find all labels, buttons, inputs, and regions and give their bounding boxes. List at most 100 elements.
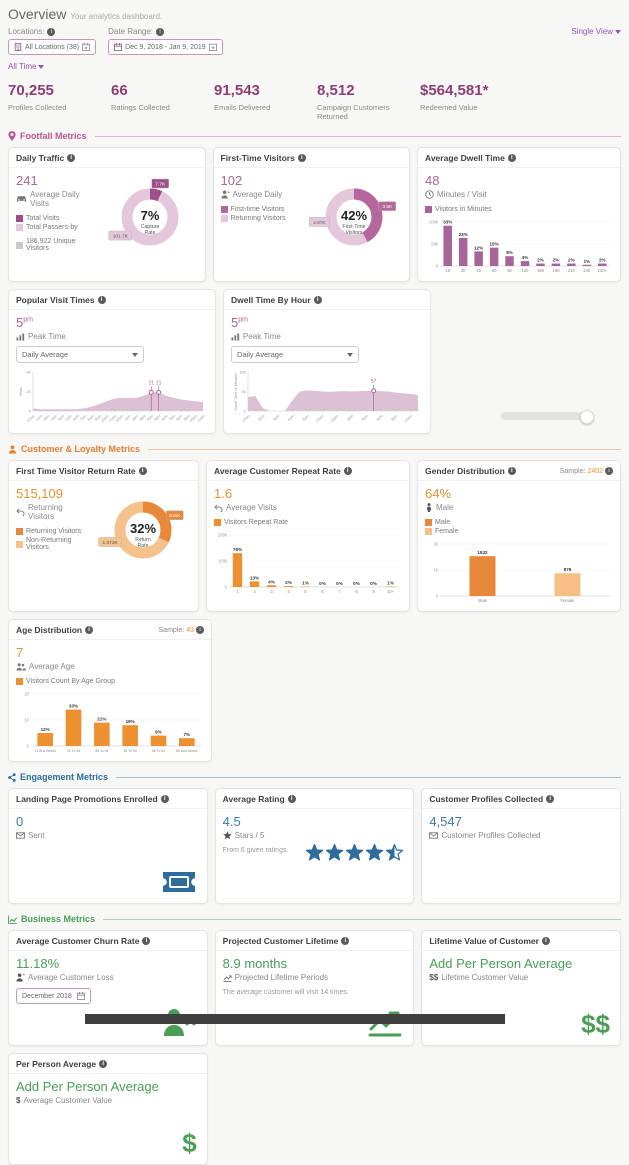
info-icon[interactable] [196,626,204,634]
info-icon[interactable] [508,154,516,162]
add-per-person-average-link[interactable]: Add Per Person Average [429,956,613,971]
svg-text:3am: 3am [50,414,58,422]
legend-visitors-repeat-rate: Visitors Repeat Rate [214,519,402,526]
svg-text:7: 7 [338,589,341,594]
card-daily-traffic: Daily Traffic 241 Average Daily Visits T… [8,147,206,282]
info-icon[interactable] [298,154,306,162]
svg-text:6pm: 6pm [161,414,169,422]
svg-text:2am: 2am [42,414,50,422]
svg-text:10am: 10am [315,414,325,423]
info-icon[interactable] [161,795,169,803]
footfall-row-2-spacer [438,289,621,434]
legend-visitors-minutes: Visitors in Minutes [425,206,613,213]
daterange-picker[interactable]: Dec 9, 2018 - Jan 9, 2019 [108,39,223,55]
stat-emails-delivered: 91,543Emails Delivered [214,82,317,121]
person-icon [16,973,25,982]
svg-text:2%: 2% [537,258,544,263]
dollar-icon: $ [182,1130,196,1156]
business-row-1: Average Customer Churn Rate 11.18% Avera… [8,930,621,1046]
gender-bar-chart: 2k1k01532Male876Female [425,535,613,605]
svg-text:50k: 50k [431,242,439,247]
svg-text:0: 0 [436,594,439,599]
svg-text:45 To 54: 45 To 54 [123,749,136,753]
churn-value: 11.18% [16,956,200,971]
info-icon[interactable] [344,467,352,475]
svg-text:19%: 19% [126,719,135,724]
svg-text:21%: 21% [97,717,106,722]
svg-text:5am: 5am [65,414,73,422]
svg-text:3: 3 [270,589,273,594]
svg-text:20: 20 [27,389,32,394]
caret-down-icon [615,30,621,34]
dollar-icon: $$ [581,1011,610,1037]
single-view-link[interactable]: Single View [571,27,621,36]
info-icon[interactable] [99,1060,107,1068]
person-icon [8,445,17,454]
info-icon[interactable] [142,937,150,945]
info-icon[interactable] [156,28,164,36]
envelope-icon [16,832,25,839]
gender-sample: Sample:2402 [560,467,613,475]
legend-male: Male [425,519,613,526]
svg-text:90: 90 [507,268,512,273]
locations-picker[interactable]: All Locations (38) [8,39,96,55]
average-age-value: 7 [16,645,204,660]
dollar-icon: $ [16,1096,20,1105]
add-per-person-average-link[interactable]: Add Per Person Average [16,1079,200,1094]
dwell-interval-select[interactable]: Daily Average [231,346,359,363]
info-icon[interactable] [542,937,550,945]
svg-text:35 To 44: 35 To 44 [95,749,108,753]
svg-text:100k: 100k [218,559,228,564]
svg-text:4%: 4% [522,255,529,260]
legend-non-returning-visitors: Non-Returning Visitors [16,537,83,551]
svg-text:4pm: 4pm [146,414,154,422]
svg-text:21: 21 [156,380,162,386]
info-icon[interactable] [85,626,93,634]
profiles-value: 4,547 [429,814,613,829]
repeat-rate-bar-chart: 200k100k078%113%24%32%41%50%60%70%80%91%… [214,526,402,596]
stat-redeemed-value: $564,581*Redeemed Value [420,82,523,121]
info-icon[interactable] [47,28,55,36]
bar-chart-icon [231,333,240,341]
footfall-row-1: Daily Traffic 241 Average Daily Visits T… [8,147,621,282]
svg-text:210: 210 [568,268,576,273]
svg-text:8: 8 [355,589,358,594]
stat-campaign-returned: 8,512Campaign Customers Returned [317,82,420,121]
card-churn-rate: Average Customer Churn Rate 11.18% Avera… [8,930,208,1046]
svg-text:1pm: 1pm [124,414,132,422]
people-icon [16,663,26,671]
svg-text:Visitors: Visitors [346,230,363,236]
info-icon[interactable] [288,795,296,803]
card-lifetime-value: Lifetime Value of Customer Add Per Perso… [421,930,621,1046]
svg-text:11pm: 11pm [196,414,205,423]
info-icon[interactable] [98,296,106,304]
info-icon[interactable] [546,795,554,803]
info-icon[interactable] [314,296,322,304]
info-icon[interactable] [605,467,613,475]
svg-text:1.073K: 1.073K [103,540,119,546]
svg-text:21: 21 [148,380,154,386]
rating-value: 4.5 [223,814,407,829]
svg-text:10pm: 10pm [404,414,414,423]
popular-interval-select[interactable]: Daily Average [16,346,144,363]
svg-text:4am: 4am [57,414,65,422]
horizontal-scrollbar[interactable] [501,412,593,420]
dashboard-page: OverviewYour analytics dashboard. Locati… [0,0,629,1165]
svg-text:Visits: Visits [19,387,23,396]
info-icon[interactable] [508,467,516,475]
card-dwell-time-by-hour: Dwell Time By Hour 5pm Peak Time Daily A… [223,289,431,434]
lifetime-value: 8.9 months [223,956,407,971]
loyalty-row-2: Age Distribution Sample:43 7 Average Age… [8,619,621,762]
svg-text:45: 45 [476,268,481,273]
info-icon[interactable] [139,467,147,475]
svg-text:60: 60 [492,268,497,273]
svg-text:7%: 7% [140,208,159,223]
svg-text:40: 40 [27,370,32,375]
all-time-link[interactable]: All Time [8,62,44,71]
business-row-2: Per Person Average Add Per Person Averag… [8,1053,621,1165]
info-icon[interactable] [341,937,349,945]
info-icon[interactable] [67,154,75,162]
person-icon [425,503,433,512]
svg-text:1: 1 [236,589,239,594]
churn-month-picker[interactable]: December 2018 [16,988,91,1004]
